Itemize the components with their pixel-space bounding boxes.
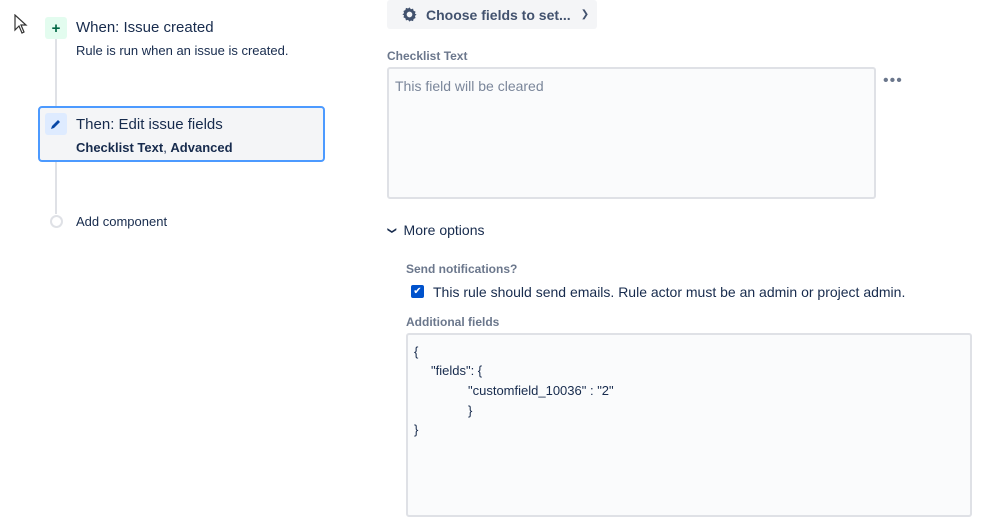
additional-fields-label: Additional fields: [406, 315, 500, 329]
pencil-icon: [45, 113, 67, 135]
more-options-toggle[interactable]: ❯ More options: [387, 222, 485, 238]
checklist-text-label: Checklist Text: [387, 49, 468, 63]
trigger-component[interactable]: + When: Issue created Rule is run when a…: [40, 14, 330, 64]
action-summary: Checklist Text, Advanced: [76, 140, 233, 155]
send-emails-label: This rule should send emails. Rule actor…: [433, 284, 906, 300]
checklist-text-input[interactable]: This field will be cleared: [387, 67, 876, 199]
trigger-title: When: Issue created: [76, 19, 214, 36]
code-line: "customfield_10036" : "2": [468, 383, 614, 398]
more-options-label: More options: [403, 222, 485, 238]
more-actions-icon[interactable]: •••: [883, 72, 903, 90]
gear-icon: [402, 7, 417, 22]
choose-fields-label: Choose fields to set...: [426, 6, 571, 23]
send-emails-checkbox[interactable]: ✔: [411, 285, 424, 298]
action-field-2: Advanced: [170, 140, 233, 155]
choose-fields-button[interactable]: Choose fields to set... ❯: [387, 0, 597, 29]
additional-fields-editor[interactable]: { "fields": { "customfield_10036" : "2" …: [406, 333, 972, 517]
action-field-1: Checklist Text: [76, 140, 164, 155]
code-line: "fields": {: [431, 363, 483, 378]
mouse-cursor-icon: [14, 14, 28, 34]
send-notifications-label: Send notifications?: [406, 262, 518, 276]
chevron-down-icon: ❯: [580, 9, 590, 20]
plus-icon: +: [45, 17, 67, 39]
add-component-label: Add component: [76, 214, 168, 229]
code-line: }: [468, 403, 473, 418]
checklist-placeholder: This field will be cleared: [395, 78, 544, 94]
add-component-button[interactable]: Add component: [48, 212, 198, 232]
action-component-selected[interactable]: Then: Edit issue fields Checklist Text, …: [38, 106, 325, 162]
code-line: {: [414, 344, 419, 359]
circle-icon: [50, 215, 63, 228]
trigger-description: Rule is run when an issue is created.: [76, 43, 289, 58]
chevron-down-icon: ❯: [387, 226, 398, 234]
code-line: }: [414, 422, 419, 437]
action-title: Then: Edit issue fields: [76, 116, 223, 133]
